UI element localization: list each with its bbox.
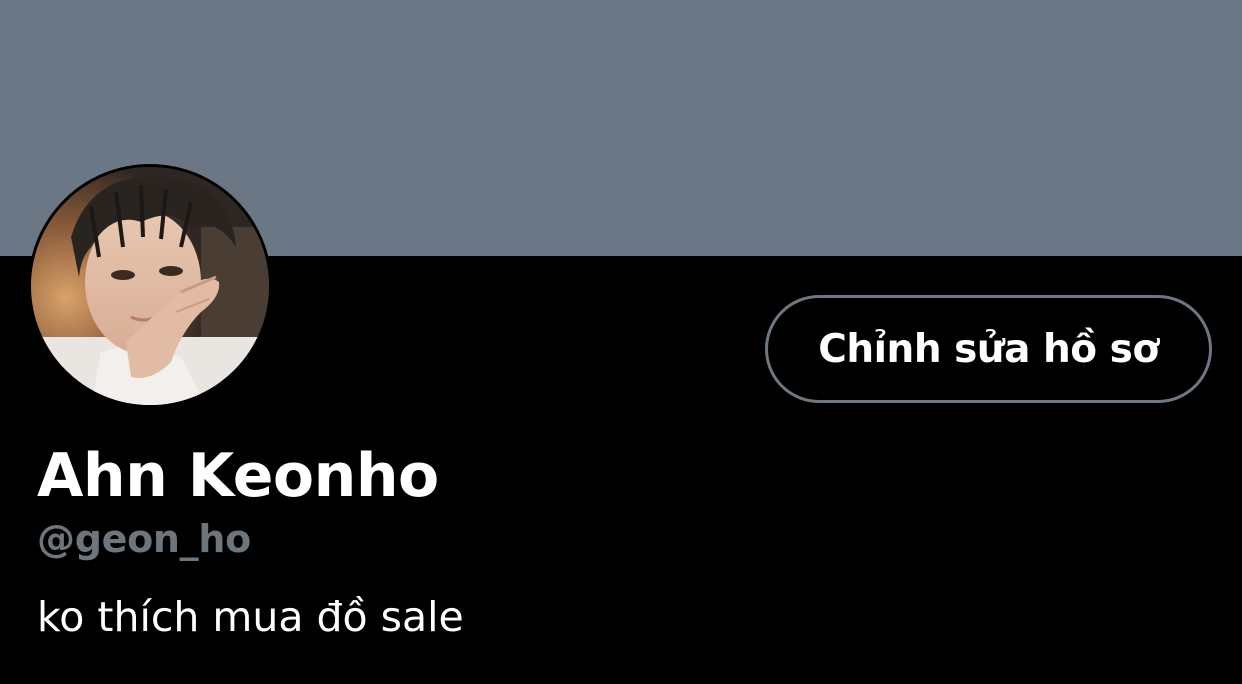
profile-display-name: Ahn Keonho	[37, 441, 439, 511]
profile-page: Chỉnh sửa hồ sơ Ahn Keonho @geon_ho ko t…	[0, 0, 1242, 684]
avatar-photo	[31, 167, 269, 405]
profile-bio: ko thích mua đồ sale	[37, 593, 464, 641]
profile-handle: @geon_ho	[37, 517, 251, 561]
edit-profile-button[interactable]: Chỉnh sửa hồ sơ	[765, 295, 1212, 403]
profile-avatar[interactable]	[28, 164, 272, 408]
